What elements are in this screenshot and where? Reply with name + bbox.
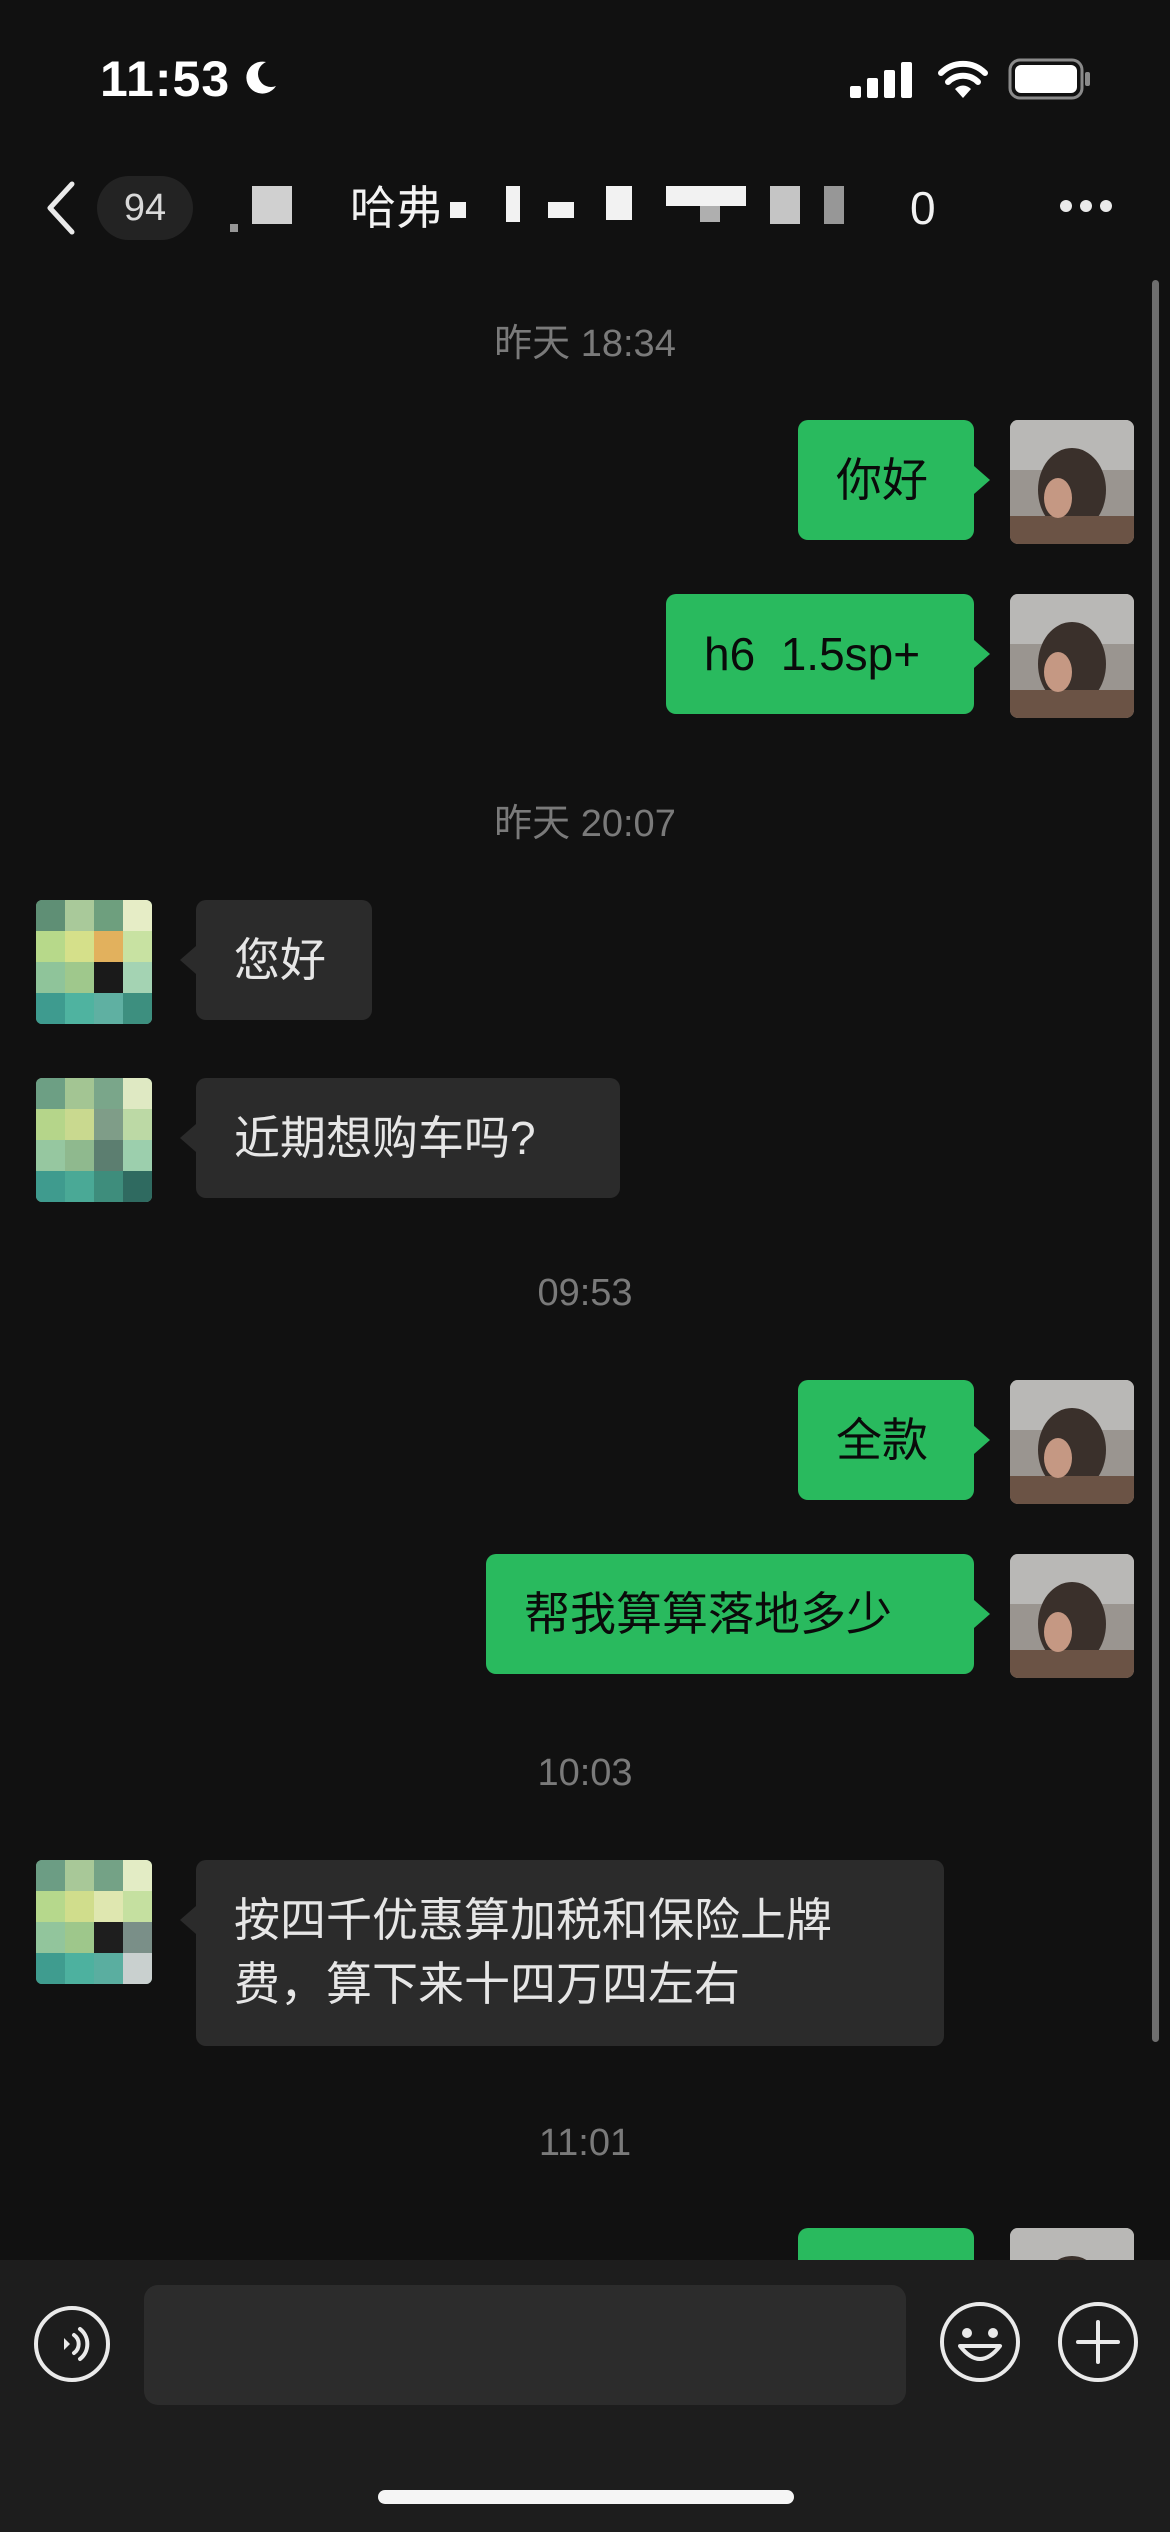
bubble-tail — [974, 1600, 990, 1628]
redaction-mosaic — [666, 186, 746, 206]
avatar-self-image — [1010, 420, 1134, 544]
battery-icon — [1008, 58, 1090, 100]
avatar-contact-image — [36, 900, 152, 1024]
avatar-contact[interactable] — [36, 1860, 152, 1984]
avatar-self[interactable] — [1010, 1380, 1134, 1504]
redaction-mosaic — [700, 206, 720, 222]
outgoing-message[interactable]: 全款 — [798, 1380, 974, 1500]
avatar-self[interactable] — [1010, 2228, 1134, 2260]
redaction-mosaic — [606, 186, 632, 220]
redaction-mosaic — [770, 186, 800, 224]
back-icon[interactable] — [42, 178, 82, 238]
timestamp: 昨天 18:34 — [494, 323, 676, 365]
plus-icon[interactable] — [1056, 2300, 1140, 2384]
more-icon[interactable] — [1058, 198, 1114, 214]
chat-title-visible: 哈弗 — [350, 182, 442, 234]
bubble-tail — [974, 640, 990, 668]
avatar-contact-image — [36, 1078, 152, 1202]
redaction-mosaic — [230, 224, 238, 232]
bubble-tail — [180, 1124, 196, 1152]
outgoing-message[interactable]: 你好 — [798, 420, 974, 540]
redaction-mosaic — [450, 202, 466, 218]
bubble-tail — [180, 946, 196, 974]
avatar-self[interactable] — [1010, 594, 1134, 718]
redaction-mosaic — [252, 186, 292, 224]
unread-count-badge[interactable]: 94 — [97, 176, 193, 240]
incoming-message[interactable]: 按四千优惠算加税和保险上牌费，算下来十四万四左右 — [196, 1860, 944, 2046]
bubble-tail — [974, 1426, 990, 1454]
incoming-message[interactable]: 您好 — [196, 900, 372, 1020]
message-input[interactable] — [144, 2285, 906, 2405]
message-list[interactable]: 昨天 18:34 你好 h6 1.5sp+ 昨天 20:07 您好 近期想购车吗… — [0, 270, 1170, 2260]
avatar-self[interactable] — [1010, 420, 1134, 544]
bubble-tail — [974, 466, 990, 494]
bubble-tail — [180, 1906, 196, 1934]
emoji-icon[interactable] — [938, 2300, 1022, 2384]
voice-icon[interactable] — [32, 2304, 112, 2384]
status-time: 11:53 — [100, 51, 231, 107]
avatar-self-image — [1010, 594, 1134, 718]
incoming-message[interactable]: 近期想购车吗? — [196, 1078, 620, 1198]
avatar-contact[interactable] — [36, 1078, 152, 1202]
redaction-mosaic — [824, 186, 844, 224]
redaction-mosaic — [506, 186, 520, 222]
redaction-mosaic — [548, 202, 574, 218]
avatar-self[interactable] — [1010, 1554, 1134, 1678]
wifi-icon — [938, 60, 988, 98]
home-indicator[interactable] — [378, 2490, 794, 2504]
timestamp: 09:53 — [537, 1272, 633, 1314]
outgoing-message[interactable] — [798, 2228, 974, 2260]
avatar-contact-image — [36, 1860, 152, 1984]
signal-icon — [850, 62, 912, 98]
avatar-self-image — [1010, 2228, 1134, 2260]
timestamp: 昨天 20:07 — [494, 803, 676, 845]
outgoing-message[interactable]: h6 1.5sp+ — [666, 594, 974, 714]
timestamp: 10:03 — [537, 1752, 633, 1794]
outgoing-message[interactable]: 帮我算算落地多少 — [486, 1554, 974, 1674]
avatar-contact[interactable] — [36, 900, 152, 1024]
avatar-self-image — [1010, 1554, 1134, 1678]
moon-icon — [246, 61, 276, 94]
avatar-self-image — [1010, 1380, 1134, 1504]
chat-title-tail: 0 — [910, 182, 936, 234]
timestamp: 11:01 — [538, 2122, 632, 2164]
chat-title[interactable]: 哈弗 0 — [230, 176, 950, 240]
